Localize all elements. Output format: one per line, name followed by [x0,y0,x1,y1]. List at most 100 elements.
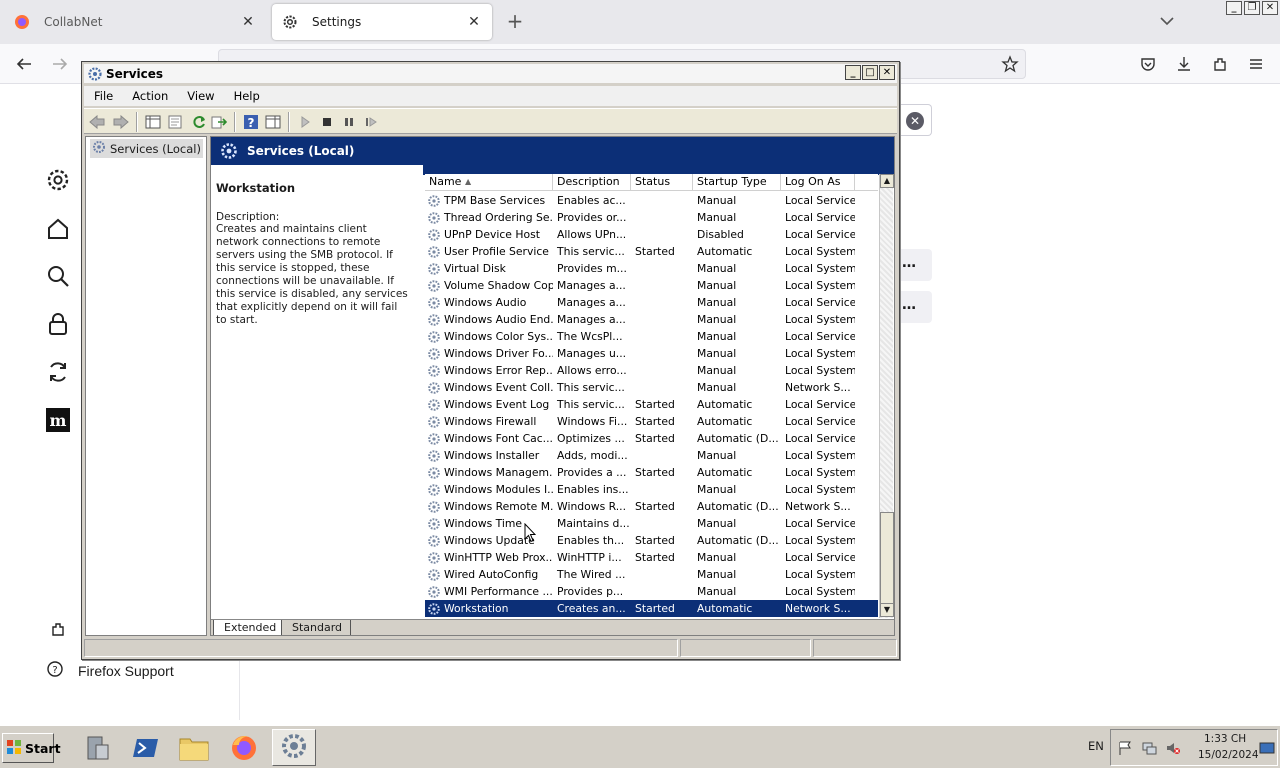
tree-item-services-local[interactable]: Services (Local) [90,139,203,158]
table-row[interactable]: Windows Update Enables th... Started Automa… [425,532,878,549]
stop-service-icon[interactable] [318,113,336,131]
speaker-muted-icon[interactable] [1165,740,1181,759]
start-button[interactable]: Start [2,733,61,763]
table-row[interactable]: UPnP Device Host Allows UPn... Disabled Loc… [425,226,878,243]
table-row[interactable]: Windows Event Log This servic... Started Au… [425,396,878,413]
table-row[interactable]: Windows Error Rep... Allows erro... Manual… [425,362,878,379]
back-arrow-icon[interactable] [14,54,34,74]
clear-search-icon[interactable]: ✕ [906,112,924,130]
table-row[interactable]: Windows Audio Manages a... Manual Local Ser… [425,294,878,311]
more-options-button[interactable]: … [898,249,932,281]
column-header-status[interactable]: Status [631,174,693,191]
show-console-tree-icon[interactable] [144,113,162,131]
toolbar-separator [136,112,138,132]
table-row[interactable]: Volume Shadow Copy Manages a... Manual Loca… [425,277,878,294]
star-bookmark-icon[interactable] [1000,54,1020,74]
gear-icon[interactable] [44,166,72,194]
menu-view[interactable]: View [177,89,223,103]
home-icon[interactable] [44,215,72,243]
firefox-icon[interactable] [222,729,266,766]
table-row[interactable]: Windows Firewall Windows Fi... Started Auto… [425,413,878,430]
pause-service-icon[interactable] [340,113,358,131]
properties-icon[interactable] [166,113,184,131]
table-row[interactable]: Windows Font Cac... Optimizes ... Started A… [425,430,878,447]
tab-settings[interactable]: Settings ✕ [272,4,492,40]
toolbar-separator [234,112,236,132]
sync-icon[interactable] [44,358,72,386]
column-header-logon-as[interactable]: Log On As [781,174,855,191]
services-taskbar-button[interactable] [272,729,316,766]
pocket-icon[interactable] [1138,54,1158,74]
table-row[interactable]: Windows Remote M... Windows R... Started Au… [425,498,878,515]
start-service-play-icon[interactable] [296,113,314,131]
table-row[interactable]: Windows Installer Adds, modi... Manual Loca… [425,447,878,464]
table-row[interactable]: WMI Performance ... Provides p... Manual Lo… [425,583,878,600]
language-indicator[interactable]: EN [1088,739,1104,753]
menu-action[interactable]: Action [122,89,177,103]
table-row[interactable]: Windows Modules I... Enables ins... Manual… [425,481,878,498]
table-row[interactable]: Workstation Creates an... Started Automatic… [425,600,878,617]
table-row[interactable]: Windows Driver Fo... Manages u... Manual Lo… [425,345,878,362]
maximize-button[interactable]: □ [862,65,878,80]
menu-help[interactable]: Help [224,89,269,103]
show-desktop-icon[interactable] [1259,742,1275,759]
export-list-icon[interactable] [210,113,228,131]
column-header-description[interactable]: Description [553,174,631,191]
table-row[interactable]: Wired AutoConfig The Wired ... Manual Local… [425,566,878,583]
more-options-button[interactable]: … [898,291,932,323]
clock-time[interactable]: 1:33 CH [1204,733,1246,745]
clock-date[interactable]: 15/02/2024 [1198,749,1259,761]
search-icon[interactable] [44,262,72,290]
close-button[interactable]: ✕ [879,65,895,80]
restart-service-icon[interactable] [362,113,380,131]
close-icon[interactable]: ✕ [466,14,482,30]
hamburger-menu-icon[interactable] [1246,54,1266,74]
window-titlebar[interactable]: Services _ □ ✕ [84,64,897,83]
table-row[interactable]: Windows Audio End... Manages a... Manual Lo… [425,311,878,328]
refresh-icon[interactable] [190,113,208,131]
table-row[interactable]: Thread Ordering Se... Provides or... Manua… [425,209,878,226]
table-row[interactable]: Virtual Disk Provides m... Manual Local Sys… [425,260,878,277]
menu-file[interactable]: File [84,89,122,103]
column-header-startup-type[interactable]: Startup Type [693,174,781,191]
scrollbar-thumb[interactable] [880,512,894,604]
show-action-pane-icon[interactable] [264,113,282,131]
mozilla-m-icon[interactable]: m [44,406,72,434]
column-header-name[interactable]: Name ▲ [425,174,553,191]
server-manager-icon[interactable] [75,729,119,766]
tab-extended[interactable]: Extended [213,620,286,635]
new-tab-button[interactable]: + [504,11,526,33]
vertical-scrollbar[interactable]: ▲ ▼ [879,174,894,618]
download-icon[interactable] [1174,54,1194,74]
close-button[interactable]: ✕ [1262,1,1278,15]
table-row[interactable]: Windows Color Sys... The WcsPl... Manual Lo… [425,328,878,345]
table-row[interactable]: WinHTTP Web Prox... WinHTTP i... Started Ma… [425,549,878,566]
network-icon[interactable] [1141,740,1157,759]
table-row[interactable]: User Profile Service This servic... Starte… [425,243,878,260]
services-window: Services _ □ ✕ File Action View Help ? S… [81,61,900,660]
forward-arrow-icon[interactable] [50,54,70,74]
minimize-button[interactable]: _ [1226,1,1242,15]
back-arrow-icon[interactable] [88,113,106,131]
scroll-down-arrow-icon[interactable]: ▼ [880,603,894,617]
table-row[interactable]: Windows Managem... Provides a ... Started A… [425,464,878,481]
extensions-icon[interactable] [1210,54,1230,74]
extensions-icon[interactable] [46,617,70,641]
minimize-button[interactable]: _ [845,65,861,80]
close-icon[interactable]: ✕ [240,14,256,30]
firefox-support-link[interactable]: ? Firefox Support [46,660,174,681]
scroll-up-arrow-icon[interactable]: ▲ [880,174,894,188]
table-row[interactable]: TPM Base Services Enables ac... Manual Loca… [425,192,878,209]
lock-icon[interactable] [44,310,72,338]
chevron-down-icon[interactable] [1158,12,1176,30]
forward-arrow-icon[interactable] [112,113,130,131]
table-row[interactable]: Windows Event Coll... This servic... Manua… [425,379,878,396]
tab-collabnet[interactable]: CollabNet ✕ [4,4,266,40]
flag-icon[interactable] [1117,740,1133,759]
table-row[interactable]: Windows Time Maintains d... Manual Local Se… [425,515,878,532]
tab-standard[interactable]: Standard [281,620,352,635]
help-icon[interactable]: ? [242,113,260,131]
restore-button[interactable]: ❐ [1244,1,1260,15]
powershell-icon[interactable] [124,729,168,766]
file-explorer-icon[interactable] [172,729,216,766]
